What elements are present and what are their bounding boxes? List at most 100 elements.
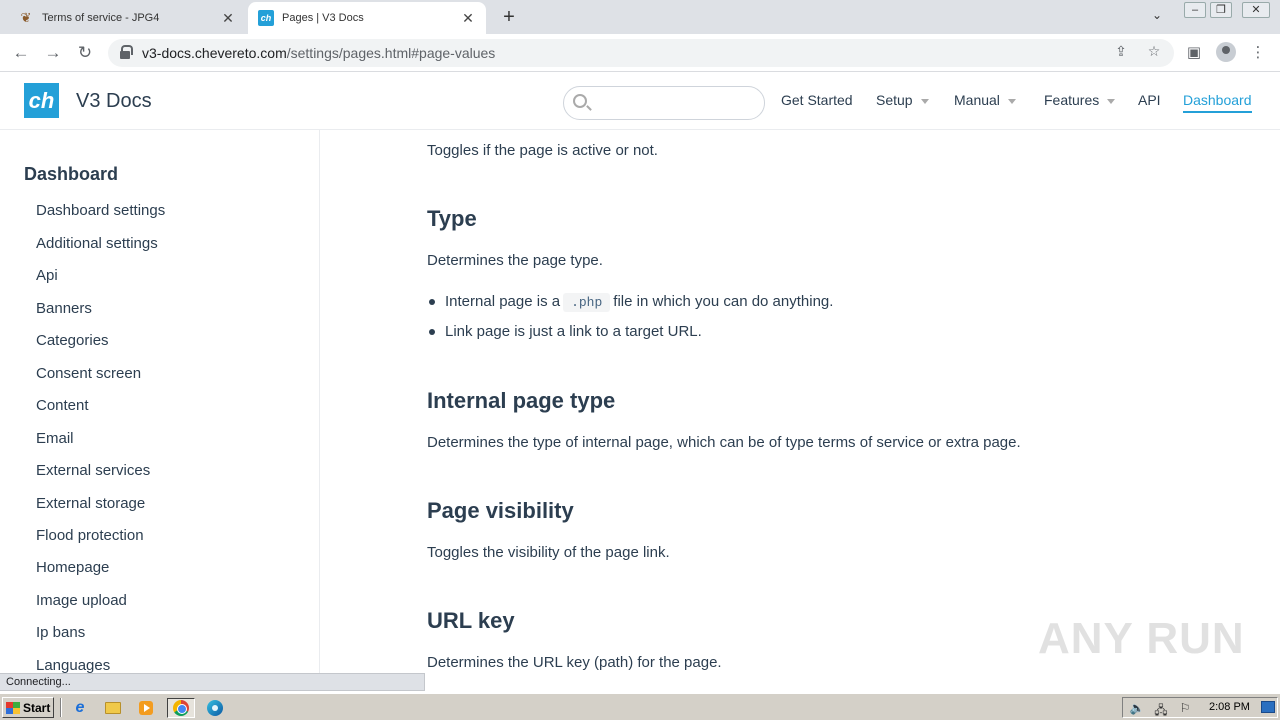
tab-close-icon[interactable]: ✕ <box>220 10 236 27</box>
sidebar-item-external-services[interactable]: External services <box>36 462 150 479</box>
sidebar-item-languages[interactable]: Languages <box>36 657 110 674</box>
inline-code: .php <box>563 293 611 312</box>
bullet-text-pre: Internal page is a <box>445 293 561 310</box>
nav-label: Features <box>1044 92 1100 108</box>
tab-close-icon[interactable]: ✕ <box>460 10 476 27</box>
sidebar-item-additional-settings[interactable]: Additional settings <box>36 235 158 252</box>
site-header: ch V3 Docs Get Started Setup Manual Feat… <box>0 72 1280 130</box>
tab-title: Pages | V3 Docs <box>282 12 364 24</box>
heading-page-visibility: Page visibility <box>427 498 574 523</box>
media-player-icon[interactable] <box>135 698 157 718</box>
edge-icon[interactable] <box>204 698 226 718</box>
sidebar-item-api[interactable]: Api <box>36 267 58 284</box>
start-button[interactable]: Start <box>2 697 54 718</box>
network-icon[interactable]: 🖧 <box>1153 701 1169 722</box>
dropdown-caret-icon <box>1007 98 1016 104</box>
sidebar-item-flood-protection[interactable]: Flood protection <box>36 527 144 544</box>
sidebar-item-consent-screen[interactable]: Consent screen <box>36 365 141 382</box>
restore-icon[interactable]: ❐ <box>1210 2 1232 18</box>
new-tab-icon[interactable]: + <box>498 6 520 28</box>
type-description: Determines the page type. <box>427 252 603 269</box>
nav-dashboard[interactable]: Dashboard <box>1183 92 1252 113</box>
dropdown-caret-icon <box>1107 98 1116 104</box>
url-text[interactable]: v3-docs.chevereto.com/settings/pages.htm… <box>142 45 495 61</box>
action-center-flag-icon[interactable]: ⚐ <box>1177 701 1193 715</box>
bullet-text-post: file in which you can do anything. <box>613 293 834 310</box>
sidebar-item-image-upload[interactable]: Image upload <box>36 592 127 609</box>
search-input[interactable] <box>594 93 754 113</box>
search-icon <box>573 94 587 108</box>
lock-icon[interactable] <box>120 45 133 59</box>
nav-label: Setup <box>876 92 913 108</box>
back-arrow-icon[interactable]: ← <box>10 42 32 64</box>
anyrun-watermark: ANY RUN <box>1038 614 1245 663</box>
page-visibility-description: Toggles the visibility of the page link. <box>427 544 670 561</box>
volume-icon[interactable]: 🔈 <box>1129 701 1145 715</box>
nav-label: Get Started <box>781 92 853 108</box>
chrome-glyph <box>173 700 189 716</box>
nav-manual[interactable]: Manual <box>954 92 1016 108</box>
media-glyph <box>139 701 153 715</box>
sidebar: Dashboard Dashboard settings Additional … <box>0 130 320 690</box>
chrome-taskbar-icon[interactable] <box>167 698 195 718</box>
taskbar-separator <box>60 698 62 717</box>
nav-label: Dashboard <box>1183 92 1252 108</box>
bullet-dot <box>429 299 435 305</box>
browser-toolbar: ← → ↻ v3-docs.chevereto.com/settings/pag… <box>0 34 1280 72</box>
jpg4-favicon-icon: ❦ <box>20 10 32 25</box>
edge-glyph <box>207 700 223 716</box>
side-panel-icon[interactable]: ▣ <box>1184 43 1204 61</box>
windows-logo-icon <box>6 701 20 714</box>
nav-setup[interactable]: Setup <box>876 92 929 108</box>
tab-title: Terms of service - JPG4 <box>42 12 160 24</box>
sidebar-heading[interactable]: Dashboard <box>24 164 118 185</box>
profile-avatar-icon[interactable] <box>1216 42 1236 62</box>
nav-features[interactable]: Features <box>1044 92 1116 108</box>
heading-url-key: URL key <box>427 608 515 633</box>
heading-type: Type <box>427 206 477 231</box>
taskbar: Start e 🔈 🖧 ⚐ 2:08 PM <box>0 693 1280 720</box>
ie-glyph: e <box>75 699 85 716</box>
sidebar-item-categories[interactable]: Categories <box>36 332 109 349</box>
internet-explorer-icon[interactable]: e <box>69 698 91 718</box>
sidebar-item-email[interactable]: Email <box>36 430 74 447</box>
sidebar-item-homepage[interactable]: Homepage <box>36 559 109 576</box>
sidebar-item-banners[interactable]: Banners <box>36 300 92 317</box>
bullet-dot <box>429 329 435 335</box>
site-name[interactable]: V3 Docs <box>76 90 152 113</box>
bookmark-star-icon[interactable]: ☆ <box>1144 43 1164 60</box>
minimize-icon[interactable]: – <box>1184 2 1206 18</box>
folder-glyph <box>105 702 121 714</box>
sidebar-item-content[interactable]: Content <box>36 397 89 414</box>
browser-menu-icon[interactable]: ⋮ <box>1248 43 1268 61</box>
reload-icon[interactable]: ↻ <box>74 42 96 64</box>
internal-page-type-description: Determines the type of internal page, wh… <box>427 434 1021 451</box>
window-close-icon[interactable]: ✕ <box>1242 2 1270 18</box>
status-bubble: Connecting... <box>0 673 425 691</box>
start-label: Start <box>23 700 51 715</box>
show-desktop-icon[interactable] <box>1261 701 1275 713</box>
address-bar[interactable]: v3-docs.chevereto.com/settings/pages.htm… <box>108 39 1174 67</box>
nav-get-started[interactable]: Get Started <box>781 92 853 108</box>
nav-api[interactable]: API <box>1138 92 1161 108</box>
nav-label: Manual <box>954 92 1000 108</box>
url-path: /settings/pages.html#page-values <box>286 45 496 61</box>
active-toggle-description: Toggles if the page is active or not. <box>427 142 658 159</box>
tab-terms-of-service[interactable]: ❦ Terms of service - JPG4 ✕ <box>8 2 246 34</box>
system-tray: 🔈 🖧 ⚐ 2:08 PM <box>1122 697 1278 718</box>
tab-pages-v3-docs[interactable]: ch Pages | V3 Docs ✕ <box>248 2 486 34</box>
list-item-text: Internal page is a .php file in which you … <box>445 293 833 312</box>
tab-search-chevron-icon[interactable]: ⌄ <box>1152 8 1162 22</box>
sidebar-item-dashboard-settings[interactable]: Dashboard settings <box>36 202 165 219</box>
explorer-folder-icon[interactable] <box>102 698 124 718</box>
sidebar-item-external-storage[interactable]: External storage <box>36 495 145 512</box>
url-host: v3-docs.chevereto.com <box>142 45 287 61</box>
search-box[interactable] <box>563 86 765 120</box>
chevereto-logo[interactable]: ch <box>24 83 59 118</box>
taskbar-clock[interactable]: 2:08 PM <box>1209 701 1250 713</box>
dropdown-caret-icon <box>920 98 929 104</box>
forward-arrow-icon[interactable]: → <box>42 42 64 64</box>
main-content: Toggles if the page is active or not. Ty… <box>427 130 1247 690</box>
share-icon[interactable]: ⇪ <box>1111 43 1131 60</box>
sidebar-item-ip-bans[interactable]: Ip bans <box>36 624 85 641</box>
